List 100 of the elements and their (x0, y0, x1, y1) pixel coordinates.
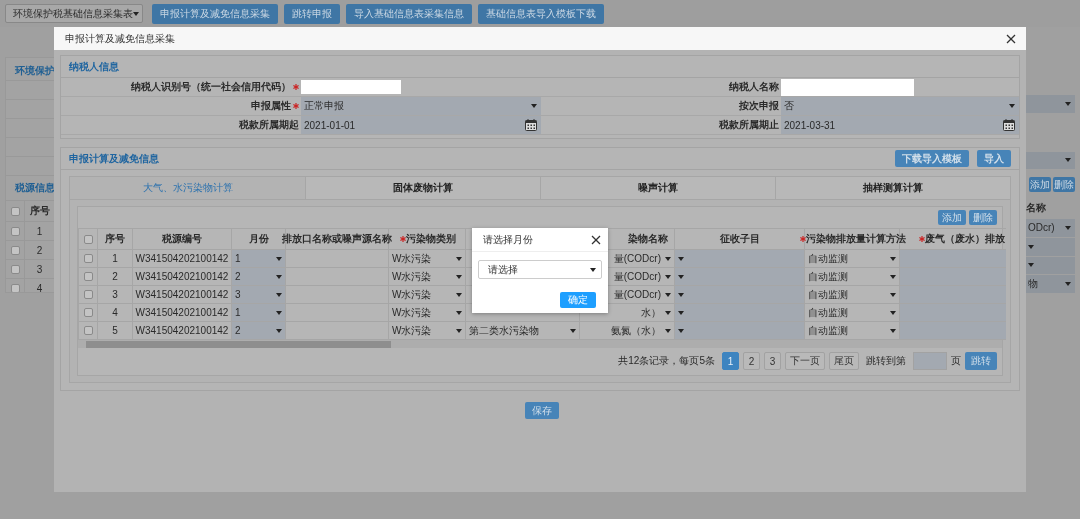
last-page-button[interactable]: 尾页 (829, 352, 859, 370)
caret-icon (890, 256, 896, 261)
column-header: 月份 (248, 232, 269, 246)
column-header: 污染物类别 (406, 232, 456, 246)
toolbar-button[interactable]: 申报计算及减免信息采集 (152, 3, 278, 24)
caret-icon (890, 310, 896, 315)
tab[interactable]: 固体废物计算 (305, 177, 540, 199)
calendar-icon (525, 119, 537, 131)
column-header: 污染物排放量计算方法 (806, 232, 906, 246)
select-field[interactable] (1026, 95, 1075, 114)
column-header: 征收子目 (719, 232, 760, 246)
page-unit: 页 (951, 354, 961, 368)
caret-icon (456, 310, 462, 315)
next-page-button[interactable]: 下一页 (785, 352, 825, 370)
select-field[interactable] (1026, 151, 1075, 170)
select-field[interactable]: 正常申报 (301, 97, 541, 115)
tab[interactable]: 抽样测算计算 (775, 177, 1010, 199)
column-header: 染物名称 (628, 232, 668, 246)
page-button[interactable]: 1 (722, 352, 739, 370)
calendar-icon (1003, 119, 1015, 131)
caret-icon (665, 292, 671, 297)
field-label: 税款所属期止 (719, 118, 779, 132)
select-field[interactable] (1026, 237, 1075, 256)
select-field[interactable] (1026, 256, 1075, 275)
checkbox[interactable] (10, 264, 20, 274)
select-field[interactable]: 否 (781, 97, 1019, 115)
column-header: 名称 (1026, 201, 1047, 216)
checkbox[interactable] (10, 206, 20, 216)
date-field[interactable]: 2021-01-01 (301, 116, 541, 134)
column-header: 序号 (105, 232, 125, 246)
dialog-title: 请选择月份 (483, 232, 533, 247)
caret-icon (1065, 102, 1071, 107)
caret-icon (890, 274, 896, 279)
select-field[interactable]: 物 (1026, 275, 1075, 293)
checkbox[interactable] (10, 245, 20, 255)
date-field[interactable]: 2021-03-31 (781, 116, 1019, 134)
table-button[interactable]: 添加 (1029, 177, 1051, 193)
panel-title: 环境保护 (14, 64, 54, 78)
panel-title: 申报计算及减免信息 (69, 151, 159, 166)
checkbox[interactable] (83, 326, 93, 335)
panel-title: 纳税人信息 (69, 59, 119, 74)
caret-icon (678, 310, 684, 315)
checkbox[interactable] (10, 226, 20, 236)
column-header: 排放口名称或噪声源名称 (282, 232, 392, 246)
column-header: 废气（废水）排放 (925, 232, 1005, 246)
caret-icon (276, 310, 282, 315)
field-label: 纳税人名称 (729, 80, 779, 94)
field-label: 申报属性 (251, 99, 291, 113)
scrollbar[interactable] (78, 340, 1002, 348)
caret-icon (665, 310, 671, 315)
checkbox[interactable] (83, 290, 93, 299)
toolbar-button[interactable]: 基础信息表导入模板下载 (478, 3, 604, 24)
caret-icon (276, 328, 282, 333)
jump-label: 跳转到第 (865, 354, 907, 368)
caret-icon (890, 292, 896, 297)
caret-icon (570, 328, 576, 333)
caret-icon (1009, 104, 1015, 108)
field-label: 纳税人识别号（统一社会信用代码） (131, 80, 291, 94)
checkbox[interactable] (83, 234, 93, 244)
caret-icon (665, 328, 671, 333)
select-field[interactable]: ODcr) (1026, 219, 1075, 237)
checkbox[interactable] (10, 283, 20, 292)
column-header: 税源编号 (162, 232, 202, 246)
page-button[interactable]: 3 (764, 352, 781, 370)
caret-icon (678, 292, 684, 297)
form-select[interactable]: 环境保护税基础信息采集表 (5, 4, 143, 23)
record-summary: 共12条记录，每页5条 (617, 354, 716, 368)
caret-icon (678, 328, 684, 333)
caret-icon (456, 292, 462, 297)
checkbox[interactable] (83, 308, 93, 317)
caret-icon (665, 274, 671, 279)
close-icon[interactable] (591, 234, 601, 245)
caret-icon (456, 274, 462, 279)
field-label: 按次申报 (739, 99, 779, 113)
caret-icon (276, 292, 282, 297)
checkbox[interactable] (83, 254, 93, 263)
caret-icon (678, 256, 684, 261)
caret-icon (456, 328, 462, 333)
caret-icon (456, 256, 462, 261)
caret-icon (678, 274, 684, 279)
caret-icon (1065, 158, 1071, 163)
caret-icon (590, 267, 596, 272)
caret-icon (1065, 282, 1071, 287)
field-label: 税款所属期起 (239, 118, 299, 132)
caret-icon (531, 104, 537, 108)
dialog-title: 申报计算及减免信息采集 (65, 31, 175, 46)
page-button[interactable]: 2 (743, 352, 760, 370)
caret-icon (276, 274, 282, 279)
table-button[interactable]: 删除 (1053, 177, 1075, 193)
month-select[interactable]: 请选择 (478, 260, 602, 279)
toolbar-button[interactable]: 跳转申报 (284, 3, 340, 24)
caret-icon (276, 256, 282, 261)
caret-icon (133, 11, 139, 16)
checkbox[interactable] (83, 272, 93, 281)
caret-icon (1065, 225, 1071, 230)
tab[interactable]: 噪声计算 (540, 177, 775, 199)
close-icon[interactable] (1006, 33, 1016, 44)
caret-icon (665, 256, 671, 261)
toolbar-button[interactable]: 导入基础信息表采集信息 (346, 3, 472, 24)
caret-icon (890, 328, 896, 333)
